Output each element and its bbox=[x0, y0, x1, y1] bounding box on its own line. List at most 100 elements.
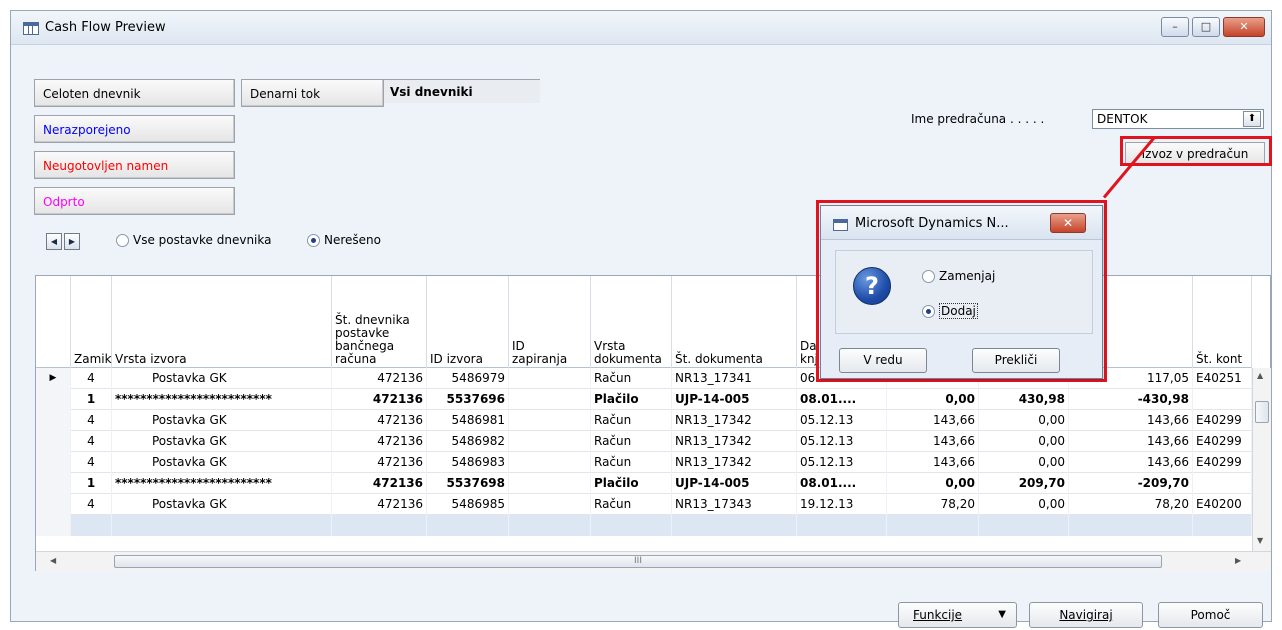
radio-dodaj[interactable]: Dodaj bbox=[922, 303, 978, 319]
help-button[interactable]: Pomoč bbox=[1158, 602, 1263, 628]
nerazporejeno-button[interactable]: Nerazporejeno bbox=[34, 115, 235, 143]
cell-st-dnevnika[interactable]: 472136 bbox=[332, 473, 427, 494]
cell-id-izvora[interactable]: 5486981 bbox=[427, 410, 509, 431]
row-selector[interactable] bbox=[36, 410, 71, 431]
previous-icon[interactable]: ◀ bbox=[46, 233, 62, 250]
cancel-button[interactable]: Prekliči bbox=[972, 348, 1060, 373]
cell-col10[interactable]: 0,00 bbox=[979, 410, 1069, 431]
chevron-down-icon[interactable]: ▼ bbox=[998, 603, 1006, 627]
cell-id-izvora[interactable]: 5486983 bbox=[427, 452, 509, 473]
cell-zamik[interactable]: 4 bbox=[71, 368, 112, 389]
scroll-left-icon[interactable]: ◀ bbox=[50, 556, 56, 565]
cell-vrsta-dokumenta[interactable]: Račun bbox=[591, 494, 672, 515]
neugotovljen-namen-button[interactable]: Neugotovljen namen bbox=[34, 151, 235, 179]
cell-id-izvora[interactable]: 5537696 bbox=[427, 389, 509, 410]
cell-st-dnevnika[interactable]: 472136 bbox=[332, 494, 427, 515]
cell-st-dokumenta[interactable]: NR13_17342 bbox=[672, 410, 797, 431]
table-row[interactable]: 4 Postavka GK 472136 5486985 Račun NR13_17343… bbox=[36, 494, 1252, 515]
cell-col10[interactable]: 0,00 bbox=[979, 494, 1069, 515]
cell-col9[interactable]: 143,66 bbox=[887, 431, 979, 452]
cell-vrsta-dokumenta[interactable]: Račun bbox=[591, 431, 672, 452]
cell-zamik[interactable]: 4 bbox=[71, 431, 112, 452]
cell-vrsta-dokumenta[interactable]: Plačilo bbox=[591, 473, 672, 494]
vertical-scroll-thumb[interactable] bbox=[1255, 401, 1269, 423]
cell-st-konta[interactable] bbox=[1193, 389, 1252, 410]
cell-datum[interactable]: 08.01.... bbox=[797, 389, 887, 410]
cell-st-dnevnika[interactable]: 472136 bbox=[332, 368, 427, 389]
cell-st-dokumenta[interactable]: NR13_17343 bbox=[672, 494, 797, 515]
cell-datum[interactable]: 08.01.... bbox=[797, 473, 887, 494]
cell-datum[interactable]: 19.12.13 bbox=[797, 494, 887, 515]
cell-vrsta-dokumenta[interactable] bbox=[591, 515, 672, 536]
cell-znesek[interactable]: 143,66 bbox=[1069, 410, 1193, 431]
cell-st-dokumenta[interactable]: NR13_17342 bbox=[672, 431, 797, 452]
cell-vrsta-izvora[interactable]: ************************* bbox=[112, 473, 332, 494]
row-selector[interactable] bbox=[36, 389, 71, 410]
cell-zamik[interactable]: 1 bbox=[71, 473, 112, 494]
cell-znesek[interactable] bbox=[1069, 515, 1193, 536]
cell-col10[interactable]: 0,00 bbox=[979, 452, 1069, 473]
header-id-izvora[interactable]: ID izvora bbox=[427, 276, 509, 368]
cell-st-dnevnika[interactable]: 472136 bbox=[332, 410, 427, 431]
functions-button[interactable]: Funkcije ▼ bbox=[898, 602, 1017, 628]
horizontal-scroll-thumb[interactable]: III bbox=[114, 555, 1162, 568]
cell-znesek[interactable]: -430,98 bbox=[1069, 389, 1193, 410]
header-zamik[interactable]: Zamik bbox=[71, 276, 112, 368]
cell-st-dnevnika[interactable]: 472136 bbox=[332, 452, 427, 473]
header-vrsta-dokumenta[interactable]: Vrsta dokumenta bbox=[591, 276, 672, 368]
cell-vrsta-izvora[interactable]: Postavka GK bbox=[112, 494, 332, 515]
radio-zamenjaj[interactable]: Zamenjaj bbox=[922, 269, 995, 283]
row-selector[interactable] bbox=[36, 494, 71, 515]
cell-st-konta[interactable]: E40299 bbox=[1193, 452, 1252, 473]
cell-vrsta-dokumenta[interactable]: Račun bbox=[591, 368, 672, 389]
cell-col10[interactable]: 430,98 bbox=[979, 389, 1069, 410]
radio-all-entries-icon[interactable] bbox=[116, 233, 129, 247]
radio-zamenjaj-icon[interactable] bbox=[922, 269, 935, 283]
odprto-button[interactable]: Odprto bbox=[34, 187, 235, 215]
ok-button[interactable]: V redu bbox=[839, 348, 927, 373]
header-st-dnevnika[interactable]: Št. dnevnika postavke bančnega računa bbox=[332, 276, 427, 368]
cell-id-zapiranja[interactable] bbox=[509, 494, 591, 515]
row-selector[interactable] bbox=[36, 473, 71, 494]
budget-name-field[interactable]: DENTOK ⬆ bbox=[1092, 109, 1264, 129]
cell-st-dokumenta[interactable]: UJP-14-005 bbox=[672, 389, 797, 410]
cell-st-konta[interactable]: E40299 bbox=[1193, 431, 1252, 452]
lookup-icon[interactable]: ⬆ bbox=[1243, 111, 1261, 127]
cell-col9[interactable]: 0,00 bbox=[887, 473, 979, 494]
cell-datum[interactable] bbox=[797, 515, 887, 536]
cell-vrsta-izvora[interactable]: Postavka GK bbox=[112, 410, 332, 431]
row-selector[interactable] bbox=[36, 515, 71, 536]
table-row[interactable]: 4 Postavka GK 472136 5486982 Račun NR13_17342… bbox=[36, 431, 1252, 452]
table-row[interactable]: 4 Postavka GK 472136 5486981 Račun NR13_17342… bbox=[36, 410, 1252, 431]
scroll-down-icon[interactable]: ▼ bbox=[1257, 536, 1263, 545]
cell-vrsta-izvora[interactable]: Postavka GK bbox=[112, 368, 332, 389]
cell-datum[interactable]: 05.12.13 bbox=[797, 452, 887, 473]
cell-vrsta-izvora[interactable]: ************************* bbox=[112, 389, 332, 410]
cell-st-dnevnika[interactable]: 472136 bbox=[332, 431, 427, 452]
cell-zamik[interactable]: 4 bbox=[71, 494, 112, 515]
cell-col9[interactable]: 143,66 bbox=[887, 410, 979, 431]
table-row[interactable] bbox=[36, 515, 1252, 536]
cell-st-konta[interactable]: E40200 bbox=[1193, 494, 1252, 515]
denarni-tok-button[interactable]: Denarni tok bbox=[241, 79, 384, 107]
cell-st-konta[interactable] bbox=[1193, 473, 1252, 494]
next-icon[interactable]: ▶ bbox=[64, 233, 80, 250]
cell-id-izvora[interactable]: 5537698 bbox=[427, 473, 509, 494]
row-selector[interactable]: ▶ bbox=[36, 368, 71, 389]
cell-st-konta[interactable] bbox=[1193, 515, 1252, 536]
cell-st-dokumenta[interactable]: UJP-14-005 bbox=[672, 473, 797, 494]
cell-st-dnevnika[interactable] bbox=[332, 515, 427, 536]
radio-unresolved[interactable]: Nerešeno bbox=[307, 233, 381, 247]
cell-id-izvora[interactable] bbox=[427, 515, 509, 536]
minimize-button[interactable]: – bbox=[1161, 17, 1189, 37]
vsi-dnevniki-tab[interactable]: Vsi dnevniki bbox=[383, 79, 540, 103]
cell-st-dnevnika[interactable]: 472136 bbox=[332, 389, 427, 410]
header-vrsta-izvora[interactable]: Vrsta izvora bbox=[112, 276, 332, 368]
cell-znesek[interactable]: 143,66 bbox=[1069, 431, 1193, 452]
row-selector[interactable] bbox=[36, 431, 71, 452]
celoten-dnevnik-button[interactable]: Celoten dnevnik bbox=[34, 79, 235, 107]
cell-id-zapiranja[interactable] bbox=[509, 515, 591, 536]
cell-vrsta-izvora[interactable] bbox=[112, 515, 332, 536]
cell-col10[interactable]: 0,00 bbox=[979, 431, 1069, 452]
radio-all-entries[interactable]: Vse postavke dnevnika bbox=[116, 233, 272, 247]
